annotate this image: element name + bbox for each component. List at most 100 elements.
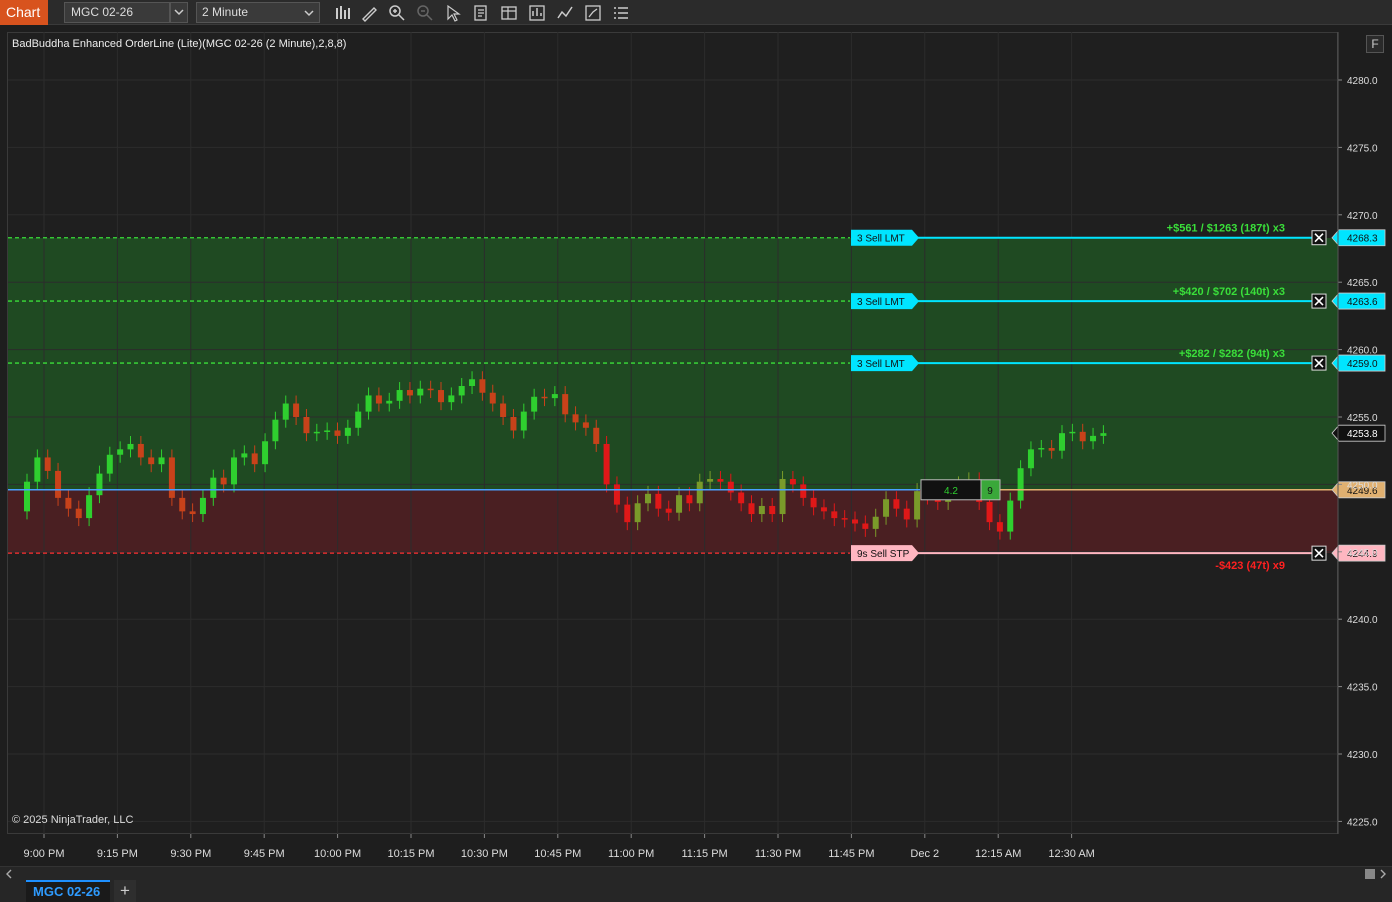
candle-body bbox=[541, 396, 548, 399]
candle-body bbox=[531, 396, 538, 412]
position-avg-value: 4.2 bbox=[944, 486, 958, 497]
candle-body bbox=[438, 390, 444, 403]
time-tick-label: 12:15 AM bbox=[975, 848, 1021, 860]
candle-body bbox=[748, 503, 755, 515]
candle-body bbox=[96, 473, 103, 496]
time-tick-label: 10:15 PM bbox=[387, 848, 434, 860]
candle-body bbox=[1079, 431, 1086, 442]
price-tick-label: 4235.0 bbox=[1347, 683, 1378, 694]
candle-body bbox=[199, 497, 206, 515]
candle-body bbox=[293, 403, 300, 417]
candle-body bbox=[262, 441, 269, 465]
price-tick-label: 4265.0 bbox=[1347, 278, 1378, 289]
candle-body bbox=[510, 417, 517, 431]
candle-body bbox=[727, 481, 734, 493]
order-pnl: -$423 (47t) x9 bbox=[1215, 560, 1285, 572]
price-tick-label: 4275.0 bbox=[1347, 143, 1378, 154]
candle-body bbox=[148, 457, 155, 465]
candle-body bbox=[448, 395, 455, 403]
candle-body bbox=[241, 453, 248, 458]
order-label: 3 Sell LMT bbox=[857, 359, 905, 370]
candle-body bbox=[562, 394, 569, 415]
candle-body bbox=[479, 379, 486, 393]
tab-mgc[interactable]: MGC 02-26 bbox=[26, 880, 110, 902]
time-axis: 9:00 PM 9:15 PM 9:30 PM 9:45 PM 10:00 PM 10:1… bbox=[24, 834, 1095, 860]
candle-body bbox=[758, 505, 765, 515]
time-tick-label: 11:30 PM bbox=[755, 848, 801, 860]
price-tick-label: 4250.0 bbox=[1347, 480, 1378, 491]
candle-body bbox=[789, 479, 796, 485]
candle-body bbox=[1007, 500, 1014, 532]
loss-zone bbox=[8, 490, 1338, 553]
scroll-left-icon[interactable] bbox=[4, 868, 14, 880]
candle-body bbox=[1090, 435, 1097, 442]
candle-body bbox=[707, 479, 714, 482]
candle-body bbox=[272, 419, 279, 442]
candle-body bbox=[179, 497, 186, 512]
add-tab-button[interactable]: + bbox=[114, 880, 136, 902]
candle-body bbox=[862, 523, 869, 529]
price-tick-label: 4255.0 bbox=[1347, 413, 1378, 424]
price-tick-label: 4225.0 bbox=[1347, 817, 1378, 828]
candle-body bbox=[1069, 431, 1076, 434]
candle-body bbox=[738, 492, 745, 504]
order-label: 3 Sell LMT bbox=[857, 234, 905, 245]
candle-body bbox=[55, 470, 62, 498]
price-tick-label: 4280.0 bbox=[1347, 76, 1378, 87]
candle-body bbox=[665, 508, 672, 513]
order-price-tag-label: 4259.0 bbox=[1347, 359, 1378, 370]
candle-body bbox=[686, 495, 693, 504]
candle-body bbox=[1017, 468, 1024, 501]
candle-body bbox=[831, 511, 838, 519]
candle-body bbox=[852, 519, 858, 524]
candle-body bbox=[406, 390, 413, 396]
candle-body bbox=[313, 431, 320, 434]
scroll-right-icon[interactable] bbox=[1378, 868, 1388, 880]
candle-body bbox=[75, 508, 82, 519]
time-tick-label: 11:15 PM bbox=[681, 848, 727, 860]
position-qty: 9 bbox=[987, 486, 993, 497]
order-label: 9s Sell STP bbox=[857, 549, 910, 560]
candle-body bbox=[106, 454, 113, 474]
tab-bar bbox=[0, 880, 1392, 902]
candle-body bbox=[303, 417, 310, 434]
candle-body bbox=[986, 501, 993, 523]
price-tick-label: 4245.0 bbox=[1347, 548, 1378, 559]
candle-body bbox=[365, 395, 372, 412]
candle-body bbox=[841, 518, 848, 520]
candle-body bbox=[24, 481, 30, 512]
candle-body bbox=[872, 516, 879, 529]
scroll-thumb[interactable] bbox=[1365, 869, 1375, 879]
candle-body bbox=[189, 511, 196, 515]
copyright-text: © 2025 NinjaTrader, LLC bbox=[12, 814, 134, 826]
candle-body bbox=[696, 481, 703, 504]
time-tick-label: 10:00 PM bbox=[314, 848, 361, 860]
candle-body bbox=[800, 484, 807, 498]
candle-body bbox=[1038, 448, 1045, 450]
time-tick-label: 9:30 PM bbox=[170, 848, 211, 860]
time-tick-label: 9:45 PM bbox=[244, 848, 285, 860]
time-tick-label: 9:00 PM bbox=[24, 848, 65, 860]
candle-body bbox=[168, 457, 175, 498]
candle-body bbox=[469, 379, 476, 386]
chart-f-button[interactable]: F bbox=[1366, 35, 1384, 53]
order-price-tag-label: 4268.3 bbox=[1347, 234, 1378, 245]
candle-body bbox=[572, 414, 579, 423]
candle-body bbox=[65, 497, 72, 509]
candle-body bbox=[210, 477, 217, 498]
price-tick-label: 4260.0 bbox=[1347, 346, 1378, 357]
candle-body bbox=[137, 443, 144, 458]
candle-body bbox=[158, 457, 165, 465]
price-chart[interactable]: 4.2 9 4249.64253.83 Sell LMT+$561 / $1263 … bbox=[0, 0, 1392, 866]
candle-body bbox=[251, 453, 258, 465]
time-tick-label: 10:30 PM bbox=[461, 848, 508, 860]
candle-body bbox=[34, 457, 41, 482]
horizontal-scrollbar[interactable] bbox=[0, 866, 1392, 880]
candle-body bbox=[489, 392, 496, 404]
candle-body bbox=[458, 385, 465, 396]
candle-body bbox=[500, 403, 507, 417]
order-price-tag-label: 4263.6 bbox=[1347, 297, 1378, 308]
candle-body bbox=[334, 430, 341, 436]
candle-body bbox=[396, 390, 403, 401]
candle-body bbox=[645, 493, 651, 504]
